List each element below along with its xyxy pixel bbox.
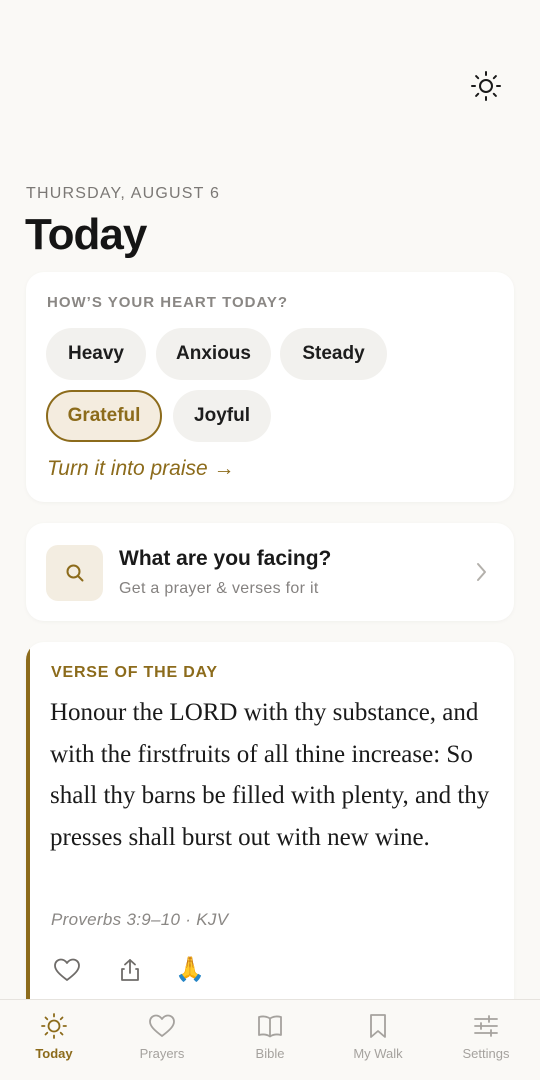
mood-chip-joyful[interactable]: Joyful: [173, 390, 271, 442]
praise-link[interactable]: Turn it into praise →: [47, 457, 235, 481]
sliders-icon: [474, 1015, 498, 1037]
chevron-right-icon: [477, 563, 486, 581]
sun-icon: [471, 71, 501, 101]
mood-chip-heavy[interactable]: Heavy: [46, 328, 146, 380]
theme-toggle-button[interactable]: [466, 66, 506, 106]
tab-label-settings: Settings: [462, 1046, 510, 1061]
facing-subtitle: Get a prayer & verses for it: [119, 580, 319, 597]
facing-card[interactable]: What are you facing? Get a prayer & vers…: [26, 523, 514, 621]
page-title: Today: [25, 210, 147, 259]
bookmark-icon: [370, 1014, 386, 1038]
praying-hands-icon[interactable]: 🙏: [174, 954, 206, 986]
tab-bible[interactable]: Bible: [216, 1000, 324, 1080]
share-button[interactable]: [114, 954, 146, 986]
tab-today[interactable]: Today: [0, 1000, 108, 1080]
heart-icon: [149, 1014, 175, 1037]
tab-label-my-walk: My Walk: [353, 1046, 403, 1061]
share-icon: [121, 959, 139, 981]
verse-label: VERSE OF THE DAY: [51, 664, 218, 681]
tab-prayers[interactable]: Prayers: [108, 1000, 216, 1080]
book-icon: [258, 1015, 282, 1038]
sun-icon: [41, 1013, 67, 1039]
verse-reference: Proverbs 3:9–10 · KJV: [51, 910, 229, 929]
mood-chip-grateful[interactable]: Grateful: [46, 390, 162, 442]
tab-bar: Today Prayers Bible My Walk Settings: [0, 999, 540, 1080]
tab-label-bible: Bible: [255, 1046, 285, 1061]
facing-title: What are you facing?: [119, 547, 332, 570]
tab-my-walk[interactable]: My Walk: [324, 1000, 432, 1080]
mood-prompt: HOW’S YOUR HEART TODAY?: [47, 294, 289, 311]
mood-chip-steady[interactable]: Steady: [280, 328, 387, 380]
search-icon: [66, 564, 83, 582]
mood-card: HOW’S YOUR HEART TODAY? Heavy Anxious St…: [26, 272, 514, 502]
mood-chip-anxious[interactable]: Anxious: [156, 328, 271, 380]
verse-text: Honour the LORD with thy substance, and …: [50, 699, 490, 851]
tab-settings[interactable]: Settings: [432, 1000, 540, 1080]
tab-label-prayers: Prayers: [139, 1046, 185, 1061]
like-button[interactable]: [51, 954, 83, 986]
date-label: THURSDAY, AUGUST 6: [26, 185, 221, 202]
facing-icon-box: [46, 545, 103, 601]
tab-label-today: Today: [35, 1046, 73, 1061]
heart-icon: [54, 958, 80, 981]
